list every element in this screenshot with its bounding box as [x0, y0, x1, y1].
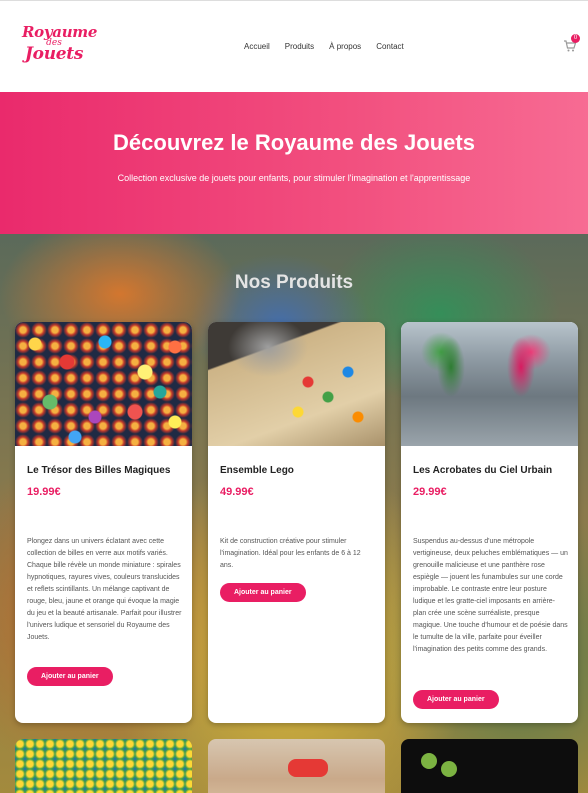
- nav-link-accueil[interactable]: Accueil: [244, 42, 270, 51]
- main-nav: Accueil Produits À propos Contact: [244, 42, 404, 51]
- bead-graphic: [421, 753, 437, 769]
- product-description: Kit de construction créative pour stimul…: [220, 538, 361, 569]
- add-to-cart-button[interactable]: Ajouter au panier: [220, 583, 306, 602]
- product-image-preview[interactable]: [401, 739, 578, 793]
- product-card: Ensemble Lego 49.99€ Kit de construction…: [208, 322, 385, 723]
- cart-count-badge: 0: [571, 34, 580, 43]
- product-description: Suspendus au-dessus d'une métropole vert…: [413, 538, 568, 653]
- product-image-acrobates[interactable]: [401, 322, 578, 446]
- product-image-marbles[interactable]: [15, 322, 192, 446]
- product-price: 29.99€: [413, 486, 447, 498]
- product-description: Plongez dans un univers éclatant avec ce…: [27, 538, 182, 641]
- product-price: 49.99€: [220, 486, 254, 498]
- nav-link-produits[interactable]: Produits: [285, 42, 314, 51]
- product-title: Ensemble Lego: [220, 465, 294, 476]
- add-to-cart-button[interactable]: Ajouter au panier: [27, 667, 113, 686]
- product-image-preview[interactable]: [15, 739, 192, 793]
- hero-subtitle: Collection exclusive de jouets pour enfa…: [117, 173, 471, 183]
- add-to-cart-button[interactable]: Ajouter au panier: [413, 690, 499, 709]
- product-card: Les Acrobates du Ciel Urbain 29.99€ Susp…: [401, 322, 578, 723]
- product-card: Le Trésor des Billes Magiques 19.99€ Plo…: [15, 322, 192, 723]
- product-title: Le Trésor des Billes Magiques: [27, 465, 171, 476]
- product-image-lego[interactable]: [208, 322, 385, 446]
- hero-title: Découvrez le Royaume des Jouets: [113, 130, 475, 155]
- site-header: Royaume des Jouets Accueil Produits À pr…: [0, 0, 588, 92]
- product-title: Les Acrobates du Ciel Urbain: [413, 465, 553, 476]
- hero-banner: Découvrez le Royaume des Jouets Collecti…: [0, 92, 588, 234]
- products-heading: Nos Produits: [234, 272, 354, 293]
- logo-line-3: Jouets: [24, 44, 84, 64]
- product-image-preview[interactable]: [208, 739, 385, 793]
- bead-graphic: [441, 761, 457, 777]
- nav-link-a-propos[interactable]: À propos: [329, 42, 361, 51]
- products-section: Nos Produits Le Trésor des Billes Magiqu…: [0, 234, 588, 793]
- product-price: 19.99€: [27, 486, 61, 498]
- nav-link-contact[interactable]: Contact: [376, 42, 404, 51]
- toy-shovel-graphic: [288, 759, 328, 777]
- site-logo[interactable]: Royaume des Jouets: [22, 25, 97, 69]
